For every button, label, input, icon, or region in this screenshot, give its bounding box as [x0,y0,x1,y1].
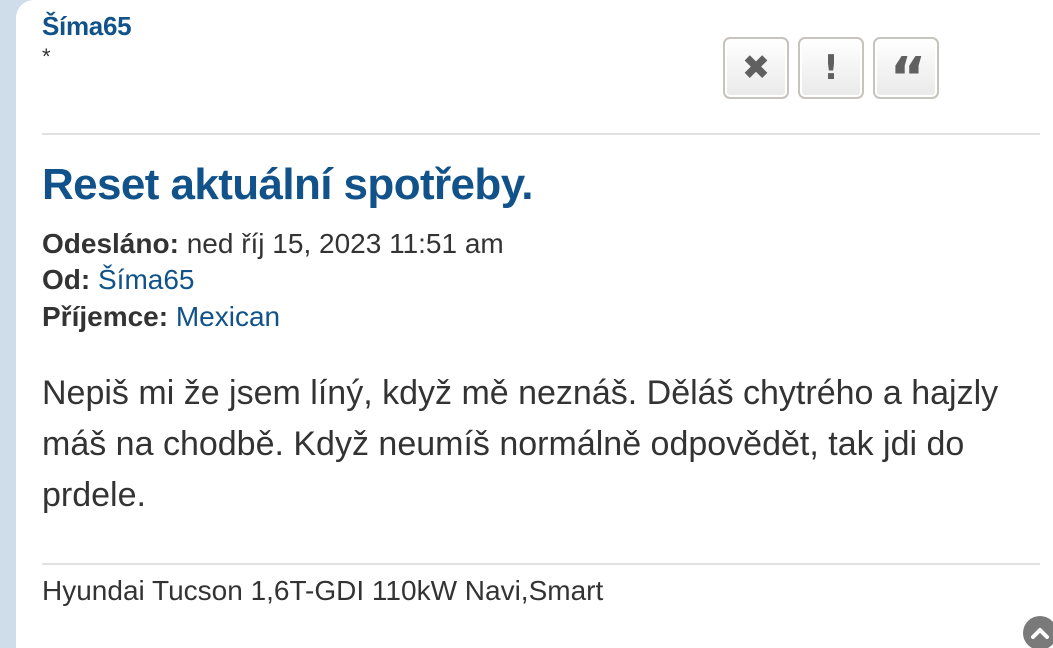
delete-button[interactable]: ✖ [723,37,789,99]
author-name[interactable]: Šíma65 [42,10,132,42]
recipient-link[interactable]: Mexican [176,301,280,332]
exclamation-icon: ! [823,48,839,88]
back-to-top-circle[interactable] [1023,616,1053,648]
message-body: Nepiš mi že jsem líný, když mě neznáš. D… [42,374,999,514]
sent-label: Odesláno: [42,228,179,259]
quote-icon: “ [889,46,927,111]
chevron-up-icon [1031,628,1049,639]
signature: Hyundai Tucson 1,6T-GDI 110kW Navi,Smart [42,575,604,606]
back-to-top-button[interactable] [1023,616,1053,648]
from-label: Od: [42,264,91,295]
quote-button[interactable]: “ [873,37,939,107]
to-label: Příjemce: [42,301,169,332]
header-divider [42,133,1040,135]
signature-divider [42,563,1040,565]
meta-from: Od: Šíma65 [42,262,195,298]
close-icon: ✖ [741,48,771,88]
message-subject: Reset aktuální spotřeby. [42,160,534,209]
meta-sent: Odesláno: ned říj 15, 2023 11:51 am [42,226,504,262]
post-actions: ✖ ! “ [723,37,939,107]
from-user-link[interactable]: Šíma65 [98,264,195,295]
report-button[interactable]: ! [798,37,864,99]
meta-to: Příjemce: Mexican [42,299,280,335]
author-rank: * [42,44,51,69]
sent-value: ned říj 15, 2023 11:51 am [186,228,504,259]
